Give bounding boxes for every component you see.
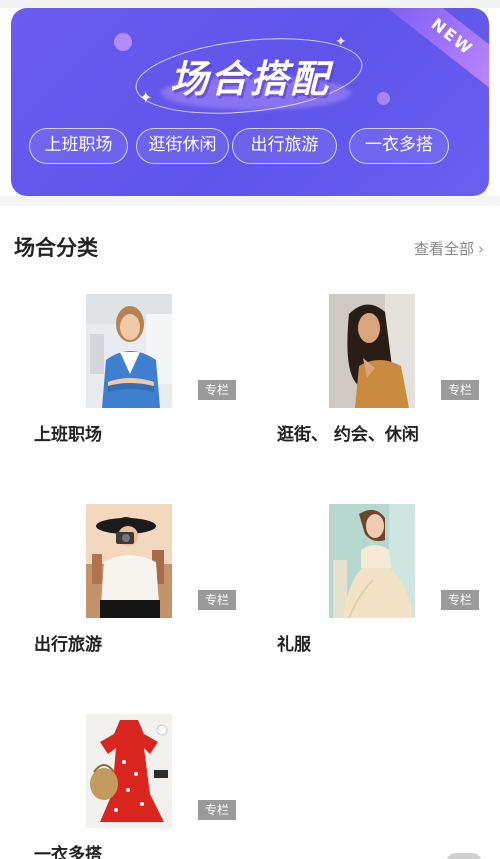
section-divider bbox=[0, 196, 500, 206]
category-thumbnail[interactable] bbox=[329, 294, 415, 408]
chip-travel[interactable]: 出行旅游 bbox=[232, 128, 337, 164]
chip-casual[interactable]: 逛街休闲 bbox=[136, 128, 229, 164]
chip-office[interactable]: 上班职场 bbox=[29, 128, 128, 164]
banner-chip-row: 上班职场 逛街休闲 出行旅游 一衣多搭 bbox=[29, 128, 469, 164]
category-card-formal[interactable]: 专栏 礼服 bbox=[277, 504, 500, 664]
banner-title: 场合搭配 bbox=[169, 57, 330, 101]
category-label: 出行旅游 bbox=[34, 635, 102, 655]
occasion-banner[interactable]: ✦ ✦ 场合搭配 NEW 上班职场 逛街休闲 出行旅游 一衣多搭 bbox=[11, 8, 489, 196]
category-thumbnail[interactable] bbox=[86, 504, 172, 618]
category-thumbnail[interactable] bbox=[86, 714, 172, 828]
column-tag: 专栏 bbox=[198, 590, 236, 610]
section-title: 场合分类 bbox=[14, 236, 98, 260]
status-strip bbox=[0, 0, 500, 8]
category-card-casual[interactable]: 专栏 逛街、 约会、休闲 bbox=[277, 294, 500, 454]
back-to-top-button[interactable] bbox=[446, 853, 482, 859]
column-tag: 专栏 bbox=[198, 800, 236, 820]
category-label: 上班职场 bbox=[34, 425, 102, 445]
category-label: 礼服 bbox=[277, 635, 311, 655]
view-all-label: 查看全部 bbox=[413, 240, 474, 258]
chevron-right-icon: › bbox=[478, 239, 484, 258]
column-tag: 专栏 bbox=[441, 590, 479, 610]
chip-mix-match[interactable]: 一衣多搭 bbox=[349, 128, 449, 164]
category-thumbnail[interactable] bbox=[329, 504, 415, 618]
category-label: 逛街、 约会、休闲 bbox=[277, 425, 419, 445]
column-tag: 专栏 bbox=[441, 380, 479, 400]
column-tag: 专栏 bbox=[198, 380, 236, 400]
category-label: 一衣多搭 bbox=[34, 845, 102, 859]
view-all-link[interactable]: 查看全部 › bbox=[414, 238, 484, 259]
category-thumbnail[interactable] bbox=[86, 294, 172, 408]
category-card-mix-match[interactable]: 专栏 一衣多搭 bbox=[34, 714, 326, 859]
